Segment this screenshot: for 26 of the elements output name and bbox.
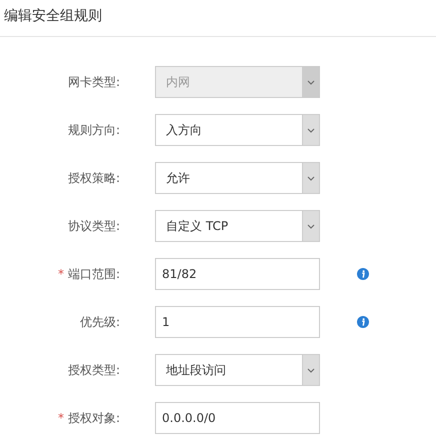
field-label: 协议类型: <box>68 218 120 235</box>
input-field[interactable]: 81/82 <box>155 258 320 290</box>
input-field[interactable]: 0.0.0.0/0 <box>155 402 320 434</box>
select-field[interactable]: 允许 <box>155 162 320 194</box>
caret-icon <box>307 80 315 84</box>
required-mark: * <box>58 266 64 283</box>
field-label: 授权类型: <box>68 362 120 379</box>
info-icon[interactable] <box>357 268 369 280</box>
select-field[interactable]: 入方向 <box>155 114 320 146</box>
required-mark: * <box>58 410 64 427</box>
select-field: 内网 <box>155 66 320 98</box>
caret-icon <box>307 176 315 180</box>
field-label: 网卡类型: <box>68 74 120 91</box>
field-label: 授权策略: <box>68 170 120 187</box>
select-field[interactable]: 地址段访问 <box>155 354 320 386</box>
info-icon[interactable] <box>357 316 369 328</box>
caret-icon <box>307 224 315 228</box>
field-label: 规则方向: <box>68 122 120 139</box>
page-title: 编辑安全组规则 <box>4 8 102 24</box>
caret-icon <box>307 368 315 372</box>
input-field[interactable]: 1 <box>155 306 320 338</box>
field-label: 端口范围: <box>68 266 120 283</box>
field-label: 优先级: <box>80 314 120 331</box>
select-field[interactable]: 自定义 TCP <box>155 210 320 242</box>
caret-icon <box>307 128 315 132</box>
field-label: 授权对象: <box>68 410 120 427</box>
